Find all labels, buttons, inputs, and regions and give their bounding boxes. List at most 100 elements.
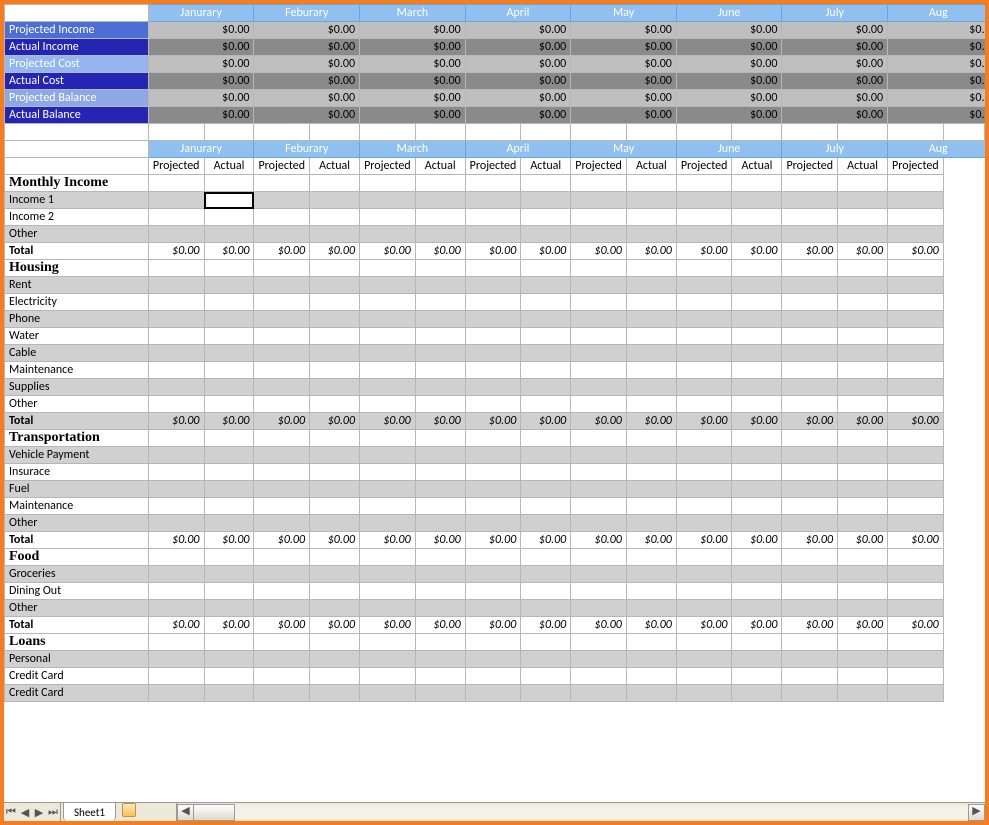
data-cell[interactable] bbox=[254, 226, 310, 243]
cell[interactable] bbox=[626, 175, 676, 192]
data-cell[interactable] bbox=[838, 226, 888, 243]
data-cell[interactable] bbox=[732, 464, 782, 481]
data-cell[interactable] bbox=[888, 447, 944, 464]
cell[interactable] bbox=[888, 430, 944, 447]
subheader-actual[interactable]: Actual bbox=[521, 158, 571, 175]
month-header[interactable]: July bbox=[782, 141, 888, 158]
data-cell[interactable] bbox=[254, 566, 310, 583]
data-cell[interactable] bbox=[838, 447, 888, 464]
data-cell[interactable] bbox=[838, 345, 888, 362]
data-cell[interactable] bbox=[782, 447, 838, 464]
data-cell[interactable] bbox=[626, 583, 676, 600]
data-cell[interactable] bbox=[254, 685, 310, 702]
total-cell[interactable]: $0.00 bbox=[732, 617, 782, 634]
data-cell[interactable] bbox=[626, 685, 676, 702]
summary-cell[interactable]: $0.00 bbox=[571, 56, 677, 73]
data-cell[interactable] bbox=[888, 566, 944, 583]
data-cell[interactable] bbox=[521, 311, 571, 328]
cell[interactable] bbox=[415, 124, 465, 141]
data-cell[interactable] bbox=[415, 226, 465, 243]
cell[interactable] bbox=[732, 260, 782, 277]
data-cell[interactable] bbox=[310, 192, 360, 209]
cell[interactable] bbox=[676, 260, 732, 277]
cell[interactable] bbox=[732, 549, 782, 566]
summary-cell[interactable]: $0.00 bbox=[148, 90, 254, 107]
summary-cell[interactable]: $0.00 bbox=[782, 90, 888, 107]
data-cell[interactable] bbox=[254, 447, 310, 464]
data-cell[interactable] bbox=[254, 668, 310, 685]
data-cell[interactable] bbox=[571, 226, 627, 243]
data-cell[interactable] bbox=[838, 379, 888, 396]
data-cell[interactable] bbox=[254, 345, 310, 362]
summary-cell[interactable]: $0.00 bbox=[676, 73, 782, 90]
data-cell[interactable] bbox=[465, 192, 521, 209]
data-cell[interactable] bbox=[888, 192, 944, 209]
data-cell[interactable] bbox=[360, 566, 416, 583]
data-cell[interactable] bbox=[676, 651, 732, 668]
data-cell[interactable] bbox=[521, 685, 571, 702]
data-cell[interactable] bbox=[204, 345, 254, 362]
data-cell[interactable] bbox=[782, 685, 838, 702]
data-cell[interactable] bbox=[521, 600, 571, 617]
data-cell[interactable] bbox=[782, 277, 838, 294]
data-cell[interactable] bbox=[626, 447, 676, 464]
data-cell[interactable] bbox=[521, 379, 571, 396]
cell[interactable] bbox=[204, 175, 254, 192]
data-cell[interactable] bbox=[148, 566, 204, 583]
data-cell[interactable] bbox=[571, 515, 627, 532]
data-cell[interactable] bbox=[465, 226, 521, 243]
total-cell[interactable]: $0.00 bbox=[626, 243, 676, 260]
month-header[interactable]: Feburary bbox=[254, 5, 360, 22]
cell[interactable] bbox=[148, 124, 204, 141]
cell[interactable] bbox=[943, 124, 984, 141]
summary-cell[interactable]: $0.00 bbox=[465, 73, 571, 90]
total-cell[interactable]: $0.00 bbox=[676, 617, 732, 634]
summary-cell[interactable]: $0.00 bbox=[571, 90, 677, 107]
data-cell[interactable] bbox=[571, 328, 627, 345]
cell[interactable] bbox=[415, 634, 465, 651]
cell[interactable] bbox=[360, 175, 416, 192]
cell[interactable] bbox=[838, 549, 888, 566]
data-cell[interactable] bbox=[571, 583, 627, 600]
data-cell[interactable] bbox=[360, 498, 416, 515]
data-cell[interactable] bbox=[626, 396, 676, 413]
data-cell[interactable] bbox=[782, 668, 838, 685]
data-cell[interactable] bbox=[782, 583, 838, 600]
data-cell[interactable] bbox=[465, 362, 521, 379]
data-cell[interactable] bbox=[571, 345, 627, 362]
data-cell[interactable] bbox=[888, 209, 944, 226]
item-label[interactable]: Income 1 bbox=[5, 192, 149, 209]
data-cell[interactable] bbox=[310, 379, 360, 396]
data-cell[interactable] bbox=[415, 481, 465, 498]
data-cell[interactable] bbox=[676, 447, 732, 464]
data-cell[interactable] bbox=[310, 651, 360, 668]
cell[interactable] bbox=[782, 549, 838, 566]
data-cell[interactable] bbox=[782, 209, 838, 226]
data-cell[interactable] bbox=[310, 396, 360, 413]
month-header[interactable]: March bbox=[360, 141, 466, 158]
summary-cell[interactable]: $0.00 bbox=[254, 39, 360, 56]
data-cell[interactable] bbox=[521, 464, 571, 481]
cell[interactable] bbox=[254, 634, 310, 651]
data-cell[interactable] bbox=[415, 328, 465, 345]
summary-cell[interactable]: $0.00 bbox=[148, 56, 254, 73]
data-cell[interactable] bbox=[521, 498, 571, 515]
month-header[interactable]: Janurary bbox=[148, 5, 254, 22]
data-cell[interactable] bbox=[204, 396, 254, 413]
item-label[interactable]: Dining Out bbox=[5, 583, 149, 600]
data-cell[interactable] bbox=[782, 294, 838, 311]
cell[interactable] bbox=[148, 634, 204, 651]
data-cell[interactable] bbox=[888, 277, 944, 294]
summary-cell[interactable]: $0.00 bbox=[360, 73, 466, 90]
cell[interactable] bbox=[838, 260, 888, 277]
item-label[interactable]: Phone bbox=[5, 311, 149, 328]
data-cell[interactable] bbox=[571, 447, 627, 464]
data-cell[interactable] bbox=[888, 345, 944, 362]
summary-label[interactable]: Projected Balance bbox=[5, 90, 149, 107]
data-cell[interactable] bbox=[888, 396, 944, 413]
cell[interactable] bbox=[465, 124, 521, 141]
data-cell[interactable] bbox=[148, 379, 204, 396]
data-cell[interactable] bbox=[838, 294, 888, 311]
data-cell[interactable] bbox=[148, 447, 204, 464]
item-label[interactable]: Cable bbox=[5, 345, 149, 362]
